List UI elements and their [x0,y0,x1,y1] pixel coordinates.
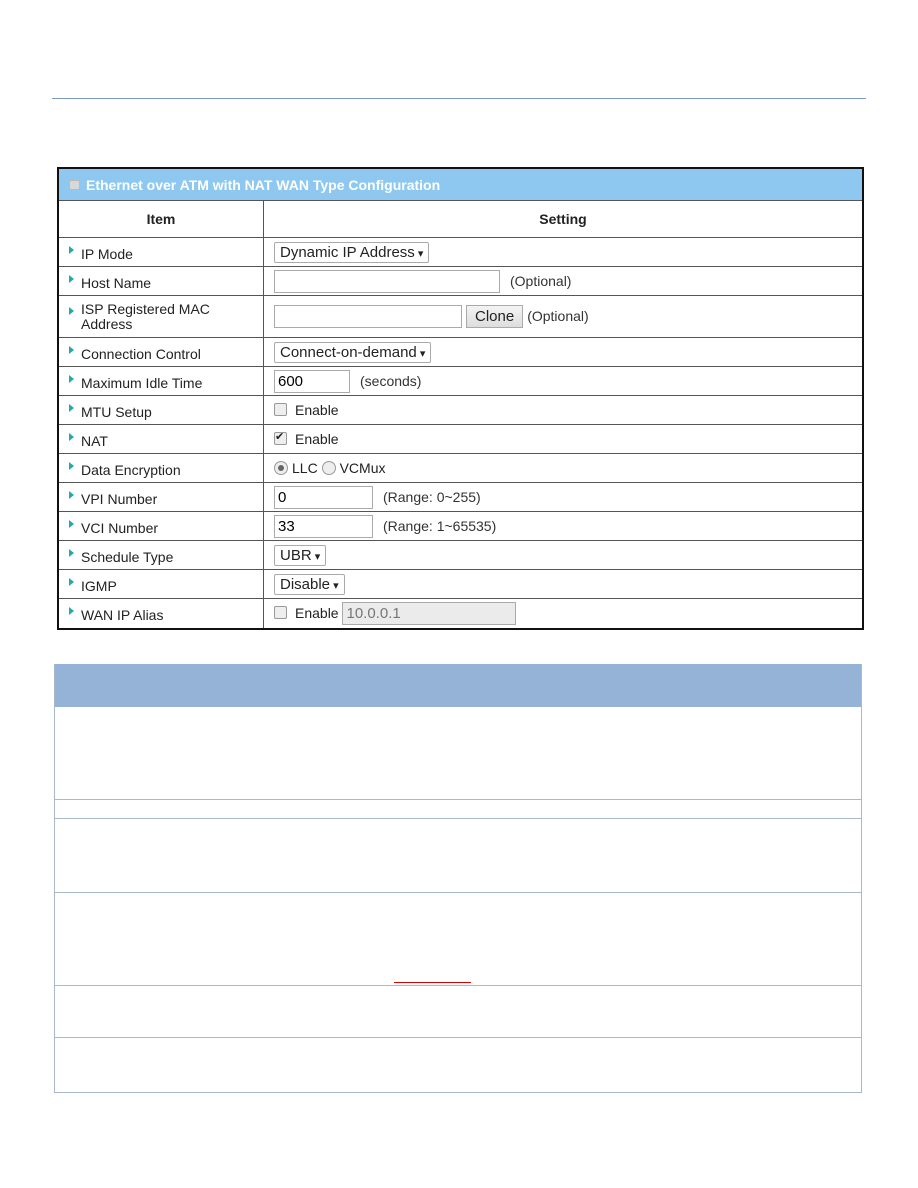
panel-title: Ethernet over ATM with NAT WAN Type Conf… [86,176,441,193]
link-underline [394,982,471,983]
row-divider [55,818,861,819]
row-vci-number: VCI Number(Range: 1~65535) [59,511,862,541]
panel-header: Ethernet over ATM with NAT WAN Type Conf… [59,169,862,200]
row-ip-mode: IP Mode Dynamic IP Address [59,237,862,267]
schedule-type-select[interactable]: UBR [274,544,327,566]
host-name-input[interactable] [274,269,500,293]
row-isp-mac: ISP Registered MAC Address Clone (Optional… [59,295,862,338]
ip-mode-select[interactable]: Dynamic IP Address [274,241,430,263]
vcmux-radio[interactable] [321,461,336,475]
row-host-name: Host Name (Optional) [59,266,862,296]
row-divider [55,892,861,893]
wan-ip-alias-input[interactable] [342,601,517,625]
clone-button[interactable]: Clone [466,305,524,328]
row-vpi-number: VPI Number(Range: 0~255) [59,482,862,512]
page-divider [52,98,866,99]
mtu-enable-checkbox[interactable] [274,403,287,416]
row-divider [55,799,861,800]
row-data-encryption: Data Encryption LLC VCMux [59,453,862,483]
connection-control-select[interactable]: Connect-on-demand [274,341,432,363]
vpi-input[interactable] [274,485,373,509]
config-table: ItemSetting IP ModeDynamic IP Address Ho… [59,200,862,628]
llc-radio[interactable] [274,461,288,475]
arrow-icon [69,520,74,528]
igmp-select[interactable]: Disable [274,573,345,595]
arrow-icon [69,549,74,557]
row-nat: NATEnable [59,424,862,454]
vci-input[interactable] [274,514,373,538]
row-wan-ip-alias: WAN IP Alias Enable [59,598,862,628]
mac-address-input[interactable] [274,305,462,328]
row-divider [55,985,861,986]
column-header-setting: Setting [263,200,862,238]
arrow-icon [69,275,74,283]
arrow-icon [69,346,74,354]
row-connection-control: Connection Control Connect-on-demand [59,337,862,367]
row-mtu-setup: MTU Setup Enable [59,395,862,425]
wan-config-panel: Ethernet over ATM with NAT WAN Type Conf… [57,167,864,630]
column-header-item: Item [59,200,264,238]
row-max-idle-time: Maximum Idle Time(seconds) [59,366,862,396]
arrow-icon [69,306,74,315]
row-divider [55,1037,861,1038]
arrow-icon [69,462,74,470]
arrow-icon [69,375,74,383]
arrow-icon [69,491,74,499]
arrow-icon [69,607,74,616]
panel-icon [69,179,80,190]
arrow-icon [69,578,74,586]
wan-ip-alias-checkbox[interactable] [274,605,287,619]
arrow-icon [69,433,74,441]
arrow-icon [69,404,74,412]
nat-enable-checkbox[interactable] [274,430,287,445]
idle-time-input[interactable] [274,369,350,393]
arrow-icon [69,246,74,254]
description-header [55,664,861,707]
row-igmp: IGMP Disable [59,569,862,599]
description-table [54,664,862,1093]
row-schedule-type: Schedule Type UBR [59,540,862,570]
